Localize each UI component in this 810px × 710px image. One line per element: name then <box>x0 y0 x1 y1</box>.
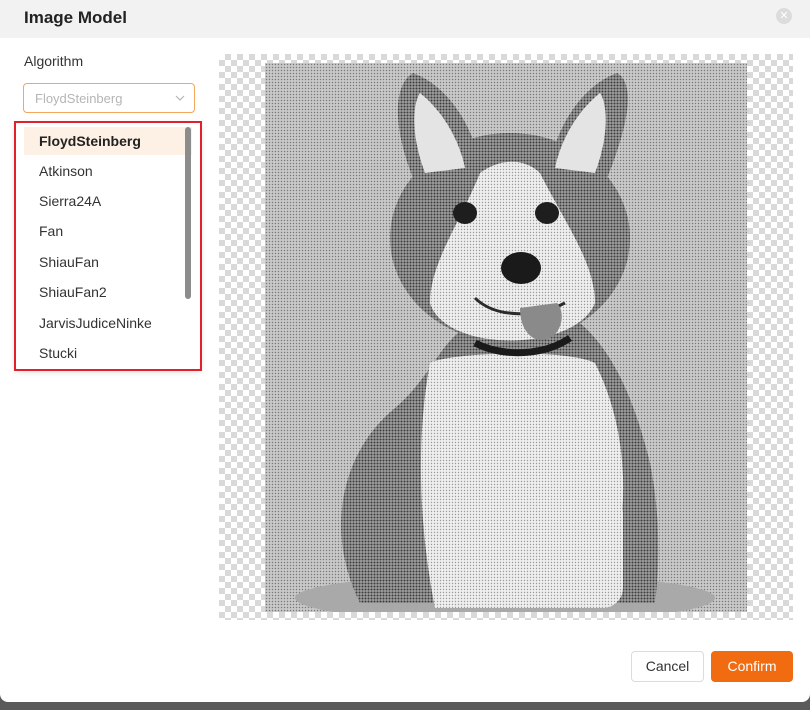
dropdown-option-atkinson[interactable]: Atkinson <box>24 157 192 185</box>
preview-image <box>265 63 747 612</box>
dropdown-option-fan[interactable]: Fan <box>24 217 192 245</box>
algorithm-dropdown: FloydSteinberg Atkinson Sierra24A Fan Sh… <box>16 123 200 369</box>
dropdown-scrollbar[interactable] <box>185 127 191 299</box>
algorithm-select-value: FloydSteinberg <box>35 91 123 106</box>
dropdown-option-jarvisjudiceninke[interactable]: JarvisJudiceNinke <box>24 309 192 337</box>
algorithm-label: Algorithm <box>24 53 84 69</box>
cancel-button[interactable]: Cancel <box>631 651 704 682</box>
image-model-dialog: Image Model ✕ Algorithm FloydSteinberg F… <box>0 0 810 702</box>
dropdown-option-shiaufan[interactable]: ShiauFan <box>24 248 192 276</box>
dropdown-option-shiaufan2[interactable]: ShiauFan2 <box>24 278 192 306</box>
chevron-down-icon <box>175 95 185 101</box>
dropdown-option-floydsteinberg[interactable]: FloydSteinberg <box>24 127 192 155</box>
dialog-header: Image Model ✕ <box>0 0 810 38</box>
confirm-button[interactable]: Confirm <box>711 651 793 682</box>
close-icon[interactable]: ✕ <box>776 8 792 24</box>
image-preview-area <box>219 54 793 620</box>
algorithm-select[interactable]: FloydSteinberg <box>23 83 195 113</box>
dithered-corgi-photo <box>295 73 715 612</box>
dialog-title: Image Model <box>24 8 127 27</box>
dropdown-option-stucki[interactable]: Stucki <box>24 339 192 367</box>
dropdown-option-sierra24a[interactable]: Sierra24A <box>24 187 192 215</box>
